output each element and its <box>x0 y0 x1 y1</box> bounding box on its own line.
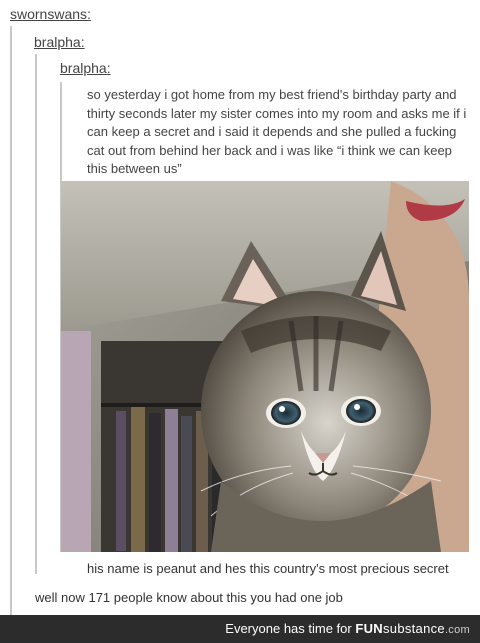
kitten-photo-illustration <box>61 181 469 552</box>
reblog-indent-bar <box>35 54 37 574</box>
footer-tagline: Everyone has time for <box>225 621 352 636</box>
username-bralpha-reblog[interactable]: bralpha: <box>34 34 85 50</box>
funsubstance-footer: Everyone has time for FUNsubstance.com <box>0 615 480 643</box>
username-bralpha-original[interactable]: bralpha: <box>60 60 111 76</box>
reblog-comment-text: well now 171 people know about this you … <box>35 590 343 605</box>
kitten-photo <box>61 181 469 552</box>
username-swornswans[interactable]: swornswans: <box>10 6 91 22</box>
post-story-text: so yesterday i got home from my best fri… <box>87 87 467 176</box>
post-caption-text: his name is peanut and hes this country'… <box>87 561 449 576</box>
tumblr-post: swornswans: bralpha: bralpha: so yesterd… <box>0 0 480 616</box>
funsubstance-logo[interactable]: FUNsubstance.com <box>355 621 470 636</box>
footer-watermark: Everyone has time for FUNsubstance.com <box>225 621 470 636</box>
reblog-indent-bar <box>10 26 12 616</box>
